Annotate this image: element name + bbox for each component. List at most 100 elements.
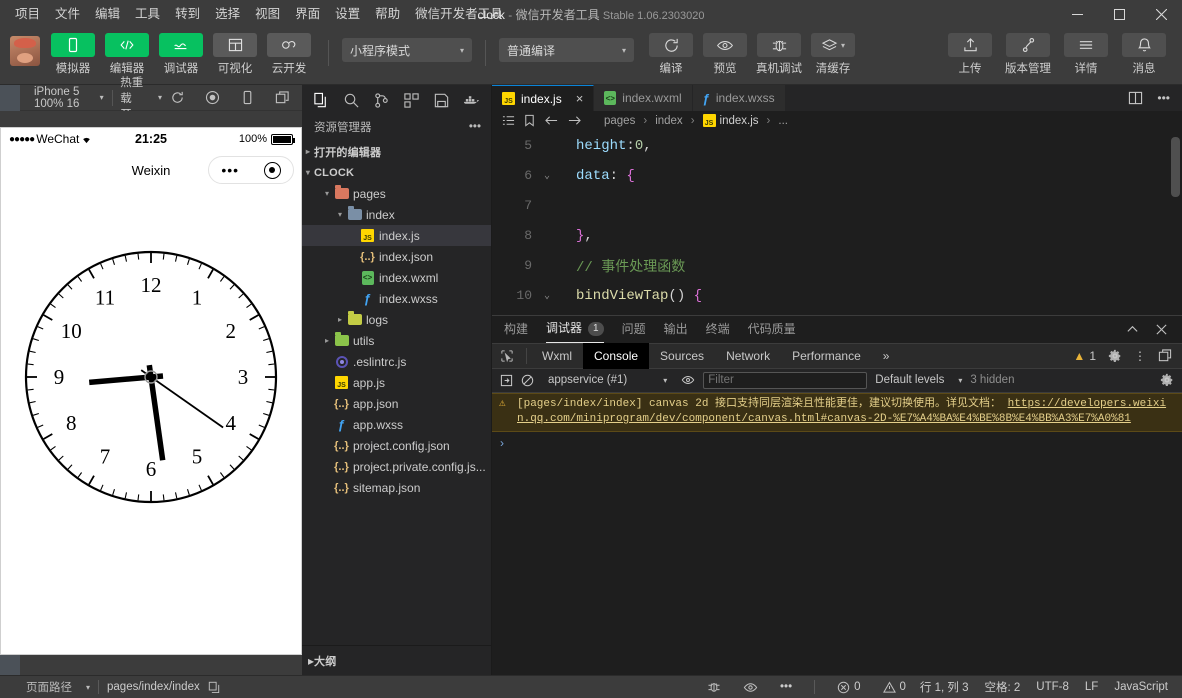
record-icon[interactable] (205, 90, 220, 105)
breadcrumb-item-2[interactable]: index.js (720, 115, 759, 127)
eye-icon[interactable] (681, 373, 695, 387)
tree-file[interactable]: {..} app.json (302, 393, 491, 414)
toolbar-right-branch[interactable]: 版本管理 (1002, 33, 1054, 76)
error-count[interactable]: 0 (837, 681, 861, 694)
devtools-tab-console[interactable]: Console (583, 342, 650, 369)
fold-arrow-icon[interactable]: ⌄ (538, 290, 556, 302)
explorer-section-1[interactable]: ▾ CLOCK (302, 162, 491, 183)
extensions-icon[interactable] (396, 86, 426, 114)
files-icon[interactable] (306, 86, 336, 114)
debugger-tab-5[interactable]: 代码质量 (748, 316, 796, 343)
encoding-setting[interactable]: UTF-8 (1036, 681, 1069, 693)
tree-file[interactable]: {..} project.config.json (302, 435, 491, 456)
step-into-icon[interactable] (500, 374, 513, 387)
status-eye-icon[interactable] (743, 680, 758, 695)
maximize-button[interactable] (1098, 0, 1140, 28)
dock-icon[interactable] (1158, 349, 1172, 363)
console-warning-message[interactable]: ⚠ [pages/index/index] canvas 2d 接口支持同层渲染… (492, 392, 1182, 432)
menu-item-6[interactable]: 视图 (254, 0, 281, 28)
warning-count-badge[interactable]: ▲ 1 (1073, 349, 1096, 363)
tree-file[interactable]: ƒ index.wxss (302, 288, 491, 309)
minimize-button[interactable] (1056, 0, 1098, 28)
code-line[interactable]: 11⌄ wx.navigateTo({ (492, 311, 1182, 315)
code-line[interactable]: 10 ⌄ bindViewTap() { (492, 281, 1182, 311)
devtools-tab-sources[interactable]: Sources (649, 343, 715, 369)
page-path-select[interactable]: 页面路径 ▾ (26, 679, 90, 695)
menu-item-3[interactable]: 工具 (134, 0, 161, 28)
close-button[interactable] (1140, 0, 1182, 28)
twisty-icon[interactable]: ▸ (321, 336, 333, 345)
devtools-overflow[interactable]: » (872, 343, 901, 369)
wechat-capsule[interactable]: ••• (208, 156, 294, 184)
inspect-element-icon[interactable] (492, 349, 522, 363)
toolbar-right-bell[interactable]: 消息 (1118, 33, 1170, 76)
chevron-up-icon[interactable] (1126, 323, 1139, 336)
tree-file[interactable]: ƒ app.wxss (302, 414, 491, 435)
tree-file[interactable]: JS index.js (302, 225, 491, 246)
menu-item-1[interactable]: 文件 (54, 0, 81, 28)
toolbar-action-eye[interactable]: 预览 (699, 33, 751, 76)
tree-folder[interactable]: ▸ utils (302, 330, 491, 351)
device-select[interactable]: iPhone 5 100% 16 ▾ (26, 86, 112, 110)
forward-icon[interactable] (567, 114, 582, 127)
status-more-icon[interactable]: ••• (780, 681, 792, 693)
eol-setting[interactable]: LF (1085, 681, 1098, 693)
copy-icon[interactable] (208, 681, 220, 693)
toolbar-right-upload[interactable]: 上传 (944, 33, 996, 76)
clear-console-icon[interactable] (521, 374, 534, 387)
outline-section[interactable]: ▸ 大纲 (302, 645, 491, 675)
twisty-icon[interactable]: ▸ (302, 147, 314, 156)
editor-tab-index.wxss[interactable]: ƒ index.wxss (692, 85, 786, 112)
twisty-icon[interactable]: ▾ (321, 189, 333, 198)
breadcrumb-item-3[interactable]: ... (778, 115, 788, 127)
capsule-more-icon[interactable]: ••• (221, 163, 239, 177)
code-line[interactable]: 9 // 事件处理函数 (492, 251, 1182, 281)
debugger-tab-0[interactable]: 构建 (504, 316, 528, 343)
devtools-tab-wxml[interactable]: Wxml (531, 343, 583, 369)
compile-mode-select[interactable]: 小程序模式 ▾ (342, 38, 472, 62)
code-line[interactable]: 7 (492, 191, 1182, 221)
split-editor-icon[interactable] (1128, 91, 1143, 105)
console-output[interactable]: ⚠ [pages/index/index] canvas 2d 接口支持同层渲染… (492, 392, 1182, 675)
more-icon[interactable]: ••• (469, 121, 481, 133)
toolbar-button-phone[interactable]: 模拟器 (47, 33, 99, 76)
toolbar-button-code[interactable]: 编辑器 (101, 33, 153, 76)
twisty-icon[interactable]: ▾ (302, 168, 314, 177)
search-icon[interactable] (336, 86, 366, 114)
toolbar-button-cloud[interactable]: 云开发 (263, 33, 315, 76)
toolbar-button-layout[interactable]: 可视化 (209, 33, 261, 76)
console-levels-select[interactable]: Default levels ▾ (875, 374, 962, 386)
devtools-tab-network[interactable]: Network (715, 343, 781, 369)
menu-item-4[interactable]: 转到 (174, 0, 201, 28)
toolbar-action-bug[interactable]: 真机调试 (753, 33, 805, 76)
explorer-section-0[interactable]: ▸ 打开的编辑器 (302, 141, 491, 162)
console-settings-icon[interactable] (1160, 373, 1174, 387)
split-icon[interactable] (275, 90, 290, 105)
menu-item-7[interactable]: 界面 (294, 0, 321, 28)
tree-file[interactable]: <> index.wxml (302, 267, 491, 288)
warning-count-status[interactable]: 0 (882, 680, 906, 694)
toolbar-action-refresh[interactable]: 编译 (645, 33, 697, 76)
menu-item-10[interactable]: 微信开发者工具 (414, 0, 504, 28)
back-icon[interactable] (544, 114, 559, 127)
editor-scrollbar[interactable] (1168, 131, 1182, 315)
settings-icon[interactable] (1108, 349, 1122, 363)
menu-item-2[interactable]: 编辑 (94, 0, 121, 28)
rotate-icon[interactable] (240, 90, 255, 105)
toolbar-action-layers[interactable]: ▾ 清缓存 (807, 33, 859, 76)
code-line[interactable]: 8}, (492, 221, 1182, 251)
kebab-icon[interactable]: ⋮ (1134, 349, 1146, 363)
twisty-icon[interactable]: ▸ (334, 315, 346, 324)
source-control-icon[interactable] (366, 86, 396, 114)
devtools-tab-performance[interactable]: Performance (781, 343, 872, 369)
console-context-select[interactable]: appservice (#1) ▾ (542, 374, 673, 386)
save-icon[interactable] (426, 86, 456, 114)
more-icon[interactable]: ••• (1157, 91, 1170, 105)
debugger-tab-3[interactable]: 输出 (664, 316, 688, 343)
bookmark-icon[interactable] (523, 114, 536, 128)
code-line[interactable]: 5 height:0, (492, 131, 1182, 161)
console-filter-input[interactable] (703, 371, 868, 389)
outline-icon[interactable] (502, 114, 515, 127)
tree-file[interactable]: .eslintrc.js (302, 351, 491, 372)
console-prompt[interactable]: › (492, 432, 1182, 454)
